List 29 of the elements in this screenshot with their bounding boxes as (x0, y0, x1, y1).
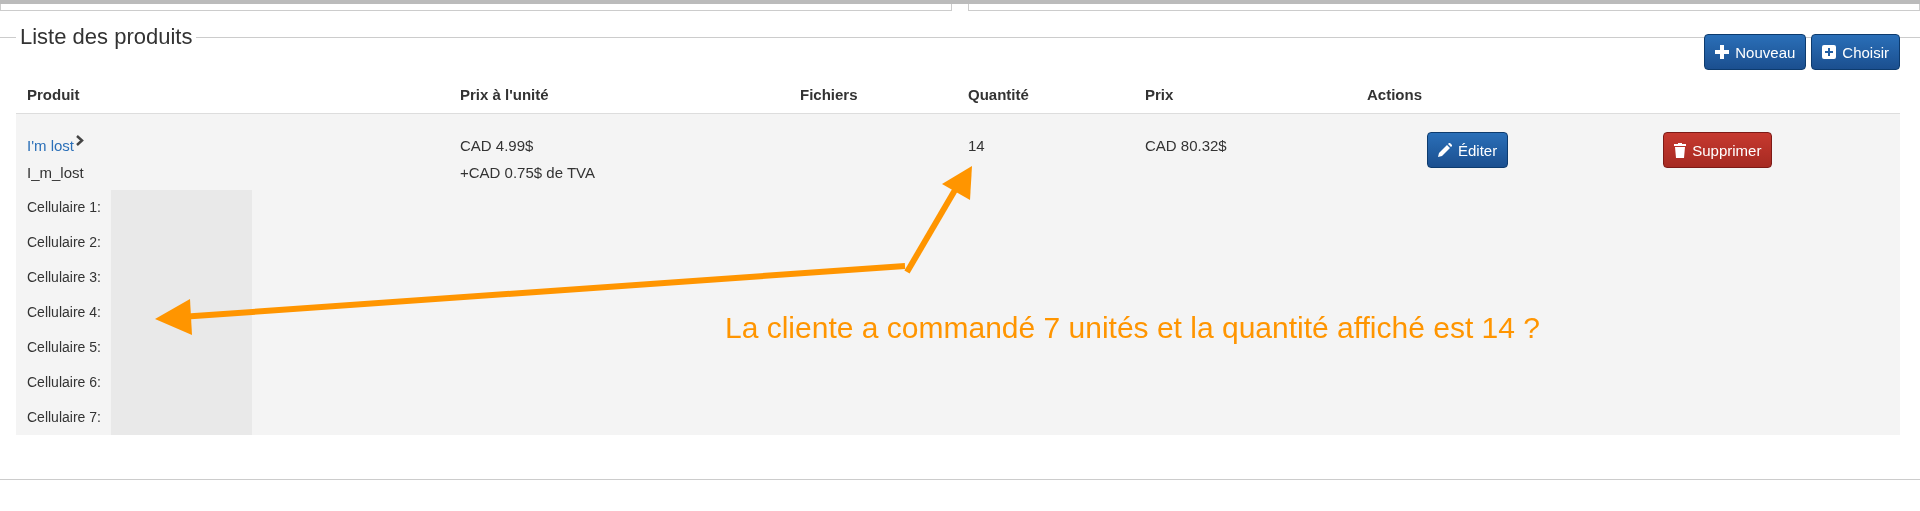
tax-text: +CAD 0.75$ de TVA (460, 163, 596, 183)
column-header: Produit (27, 86, 80, 103)
pencil-icon (1438, 143, 1452, 157)
chevron-icon (76, 135, 85, 146)
product-link[interactable]: I'm lost (27, 132, 75, 159)
trash-icon (1674, 142, 1687, 158)
panel-title: Liste des produits (19, 24, 194, 50)
edit-button[interactable]: Éditer (1427, 132, 1509, 168)
unit-price: CAD 4.99$ (460, 136, 535, 156)
plus-icon (1715, 45, 1730, 59)
column-header: Actions (1367, 86, 1422, 103)
field-label: Cellulaire 4: (27, 304, 101, 320)
field-label: Cellulaire 1: (27, 199, 101, 215)
field-label: Cellulaire 5: (27, 339, 101, 355)
column-header: Prix (1145, 86, 1174, 103)
annotation-text: La cliente a commandé 7 unités et la quantité affiché est 14 ? (725, 311, 1540, 345)
column-header: Quantité (968, 86, 1029, 103)
field-label: Cellulaire 7: (27, 409, 101, 425)
toolbar-button[interactable]: Choisir (1811, 34, 1900, 70)
column-header: Fichiers (800, 86, 858, 103)
column-header: Prix à l'unité (460, 86, 549, 103)
delete-button[interactable]: Supprimer (1663, 132, 1773, 168)
field-label: Cellulaire 6: (27, 374, 101, 390)
price-cell: CAD 80.32$ (1145, 137, 1227, 154)
toolbar-button[interactable]: Nouveau (1704, 34, 1807, 70)
quantity-cell: 14 (968, 137, 985, 154)
product-code: I_m_lost (27, 163, 85, 183)
field-label: Cellulaire 3: (27, 269, 101, 285)
field-label: Cellulaire 2: (27, 234, 101, 250)
